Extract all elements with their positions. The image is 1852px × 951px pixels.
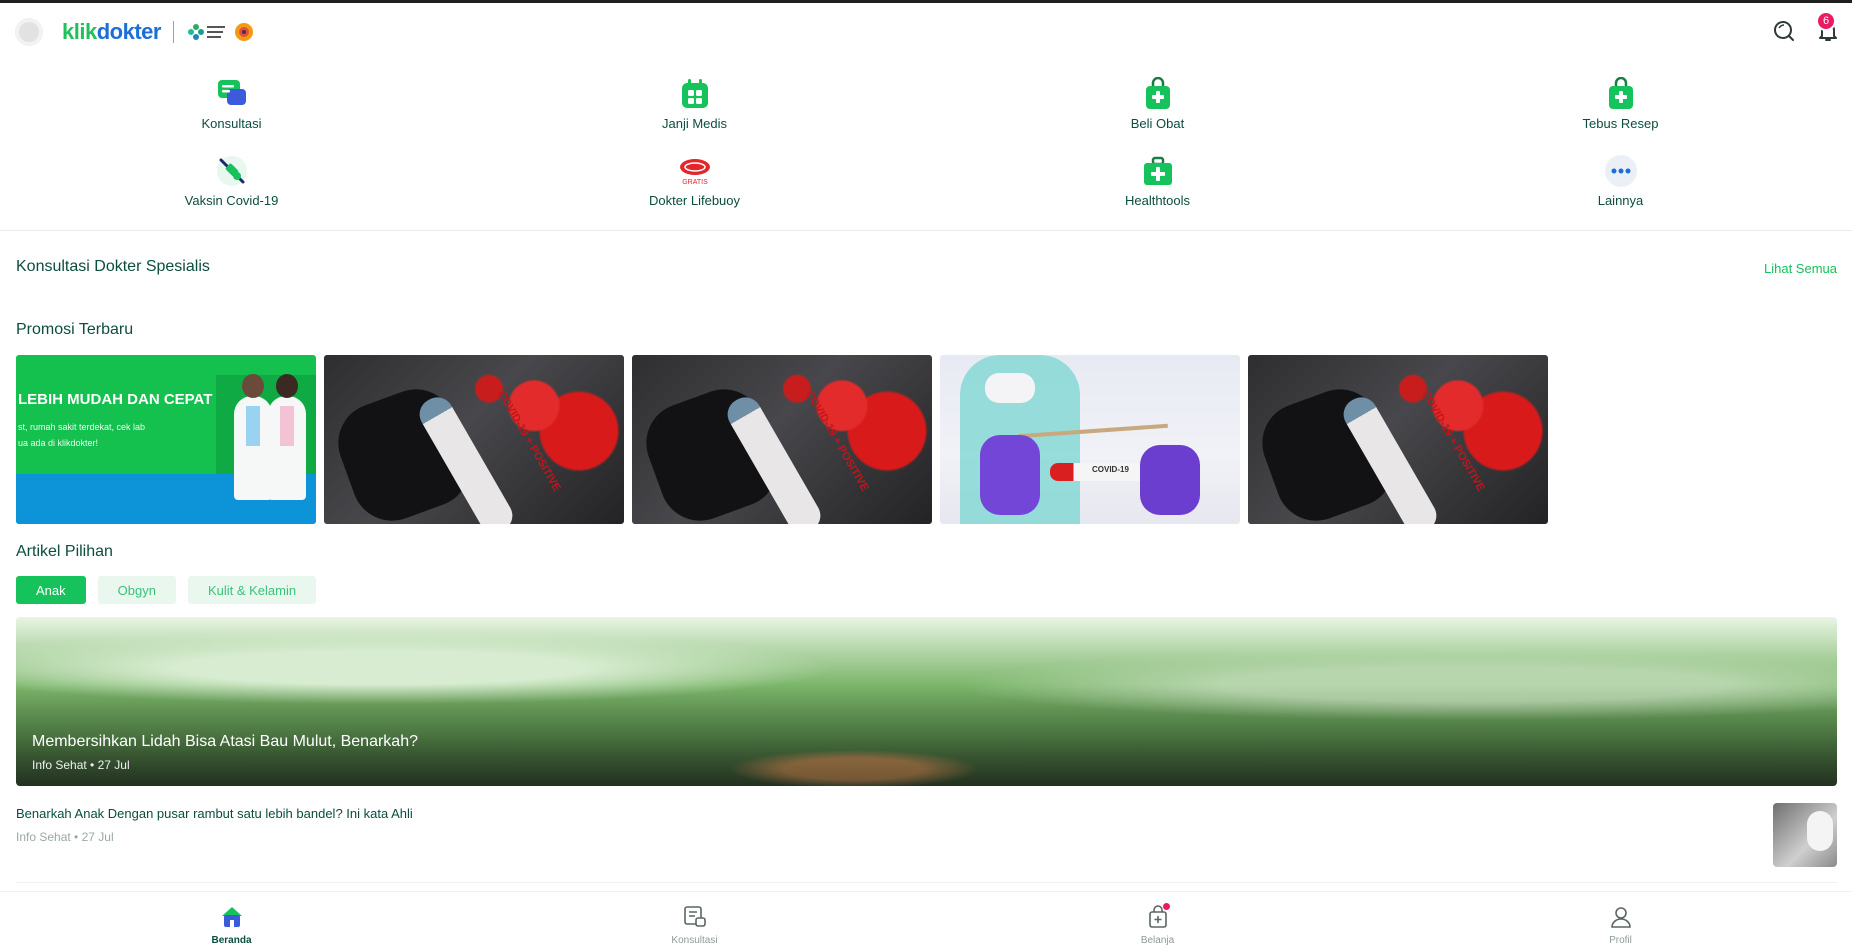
logo-wordmark: klikdokter: [62, 19, 161, 44]
partner-logos: [186, 22, 254, 42]
kemenkes-logo-icon: [187, 24, 225, 40]
promo-image-label: COVID-19 + POSITIVE: [1419, 388, 1487, 494]
menu-item-tebus-resep[interactable]: Tebus Resep: [1389, 76, 1852, 153]
menu-label: Vaksin Covid-19: [184, 193, 279, 208]
promo-image-label: COVID-19 + POSITIVE: [495, 388, 563, 494]
article-category-tabs: Anak Obgyn Kulit & Kelamin: [16, 576, 317, 604]
chat-bubble-icon: [214, 76, 250, 112]
medicine-bag-icon: [1140, 76, 1176, 112]
menu-label: Healthtools: [1124, 193, 1191, 208]
article-meta: Info Sehat • 27 Jul: [16, 830, 114, 844]
user-avatar[interactable]: [15, 18, 43, 46]
promo-image-label: COVID-19 + POSITIVE: [803, 388, 871, 494]
cart-indicator-dot: [1162, 903, 1170, 910]
nav-label: Profil: [1609, 935, 1632, 946]
article-list-item[interactable]: Benarkah Anak Dengan pusar rambut satu l…: [16, 800, 1837, 868]
nav-beranda[interactable]: Beranda: [0, 892, 463, 951]
syringe-icon: [214, 153, 250, 189]
menu-label: Konsultasi: [201, 116, 262, 131]
menu-item-healthtools[interactable]: Healthtools: [926, 153, 1389, 214]
nav-profil[interactable]: Profil: [1389, 892, 1852, 951]
featured-article-title: Membersihkan Lidah Bisa Atasi Bau Mulut,…: [32, 733, 418, 750]
menu-item-beli-obat[interactable]: Beli Obat: [926, 76, 1389, 153]
profile-icon: [1607, 903, 1635, 931]
menu-item-janji-medis[interactable]: Janji Medis: [463, 76, 926, 153]
menu-label: Lainnya: [1597, 193, 1644, 208]
menu-item-dokter-lifebuoy[interactable]: GRATIS Dokter Lifebuoy: [463, 153, 926, 214]
notification-bell-icon[interactable]: 6: [1814, 11, 1842, 45]
home-icon: [218, 903, 246, 931]
logo-divider: [172, 21, 174, 43]
brand-logo[interactable]: klikdokter: [62, 17, 254, 47]
shopping-bag-icon: [1144, 903, 1172, 931]
promo-card-covid[interactable]: COVID-19 + POSITIVE: [632, 355, 932, 524]
promo-subtext: st, rumah sakit terdekat, cek lab ua ada …: [18, 422, 146, 448]
bottom-navigation: Beranda Konsultasi Belanja Profil: [0, 891, 1852, 951]
featured-article-meta: Info Sehat • 27 Jul: [32, 758, 130, 772]
menu-item-lainnya[interactable]: Lainnya: [1389, 153, 1852, 214]
doctor-illustration: [268, 374, 306, 500]
promo-card-klikdokter[interactable]: LEBIH MUDAH DAN CEPAT st, rumah sakit te…: [16, 355, 316, 524]
nav-konsultasi[interactable]: Konsultasi: [463, 892, 926, 951]
promo-image-label: COVID-19: [1092, 465, 1129, 474]
consult-icon: [681, 903, 709, 931]
menu-label: Janji Medis: [661, 116, 728, 131]
article-thumbnail: [1773, 803, 1837, 867]
search-icon[interactable]: [1770, 17, 1798, 45]
image-overlay: [16, 617, 1837, 786]
articles-section-title: Artikel Pilihan: [16, 543, 113, 560]
nav-label: Beranda: [211, 935, 252, 946]
menu-label: Tebus Resep: [1582, 116, 1659, 131]
menu-divider: [0, 230, 1852, 231]
prescription-bag-icon: [1603, 76, 1639, 112]
menu-label: Beli Obat: [1130, 116, 1185, 131]
tab-anak[interactable]: Anak: [16, 576, 86, 604]
nav-belanja[interactable]: Belanja: [926, 892, 1389, 951]
lifebuoy-logo-icon: GRATIS: [677, 153, 713, 189]
more-dots-icon: [1603, 153, 1639, 189]
article-divider: [16, 882, 1837, 883]
see-all-link[interactable]: Lihat Semua: [1764, 261, 1837, 276]
featured-article-card[interactable]: Membersihkan Lidah Bisa Atasi Bau Mulut,…: [16, 617, 1837, 786]
nav-label: Konsultasi: [671, 935, 718, 946]
header-actions: 6: [1770, 11, 1842, 45]
menu-item-vaksin-covid[interactable]: Vaksin Covid-19: [0, 153, 463, 214]
bnpb-logo-icon: [234, 23, 253, 41]
service-menu: Konsultasi Janji Medis Beli Obat Tebus R…: [0, 76, 1852, 214]
calendar-icon: [677, 76, 713, 112]
tab-kulit-kelamin[interactable]: Kulit & Kelamin: [187, 576, 317, 604]
article-title: Benarkah Anak Dengan pusar rambut satu l…: [16, 806, 413, 821]
promo-card-covid[interactable]: COVID-19 + POSITIVE: [1248, 355, 1548, 524]
app-header: klikdokter 6: [0, 3, 1852, 59]
menu-label: Dokter Lifebuoy: [648, 193, 741, 208]
doctor-illustration: [234, 374, 272, 500]
specialist-section-title: Konsultasi Dokter Spesialis: [16, 258, 210, 275]
nav-label: Belanja: [1140, 935, 1175, 946]
promo-section-title: Promosi Terbaru: [16, 321, 134, 338]
promo-headline: LEBIH MUDAH DAN CEPAT: [18, 391, 213, 408]
gratis-badge: GRATIS: [682, 179, 708, 186]
promo-carousel: LEBIH MUDAH DAN CEPAT st, rumah sakit te…: [16, 355, 1548, 524]
promo-card-swab[interactable]: COVID-19: [940, 355, 1240, 524]
tab-obgyn[interactable]: Obgyn: [97, 576, 176, 604]
menu-item-konsultasi[interactable]: Konsultasi: [0, 76, 463, 153]
promo-card-covid[interactable]: COVID-19 + POSITIVE: [324, 355, 624, 524]
notification-badge: 6: [1816, 11, 1836, 31]
first-aid-kit-icon: [1140, 153, 1176, 189]
